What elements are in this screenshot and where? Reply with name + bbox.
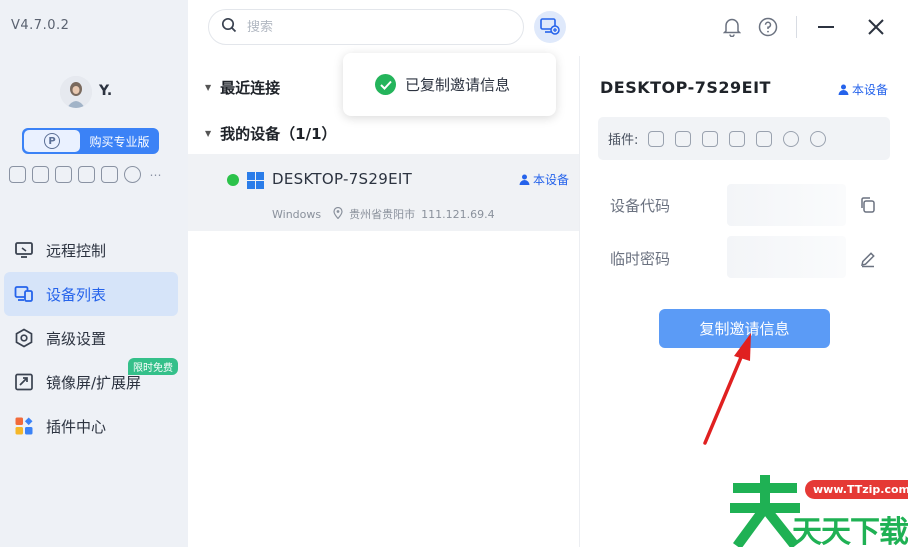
temp-password-label: 临时密码 bbox=[610, 250, 671, 268]
device-code-label: 设备代码 bbox=[610, 197, 671, 215]
limited-free-badge: 限时免费 bbox=[128, 358, 178, 375]
copy-success-toast: 已复制邀请信息 bbox=[343, 53, 556, 116]
detail-this-device-tag: 本设备 bbox=[838, 81, 888, 98]
device-os: Windows bbox=[272, 207, 322, 221]
watermark-logo-icon bbox=[730, 475, 800, 547]
watermark-url: www.TTzip.com bbox=[805, 480, 908, 499]
buy-pro-label: 购买专业版 bbox=[89, 134, 150, 149]
copy-invite-button[interactable]: 复制邀请信息 bbox=[659, 309, 830, 348]
sidebar-item-label: 设备列表 bbox=[46, 285, 107, 304]
plugin-center-icon bbox=[13, 415, 35, 437]
windows-icon bbox=[247, 172, 264, 193]
check-circle-icon bbox=[375, 74, 396, 95]
pro-badge: P bbox=[24, 130, 80, 152]
microphone-icon[interactable] bbox=[756, 130, 773, 147]
gamepad-icon[interactable] bbox=[648, 130, 665, 147]
plugins-label: 插件: bbox=[608, 133, 639, 148]
search-box[interactable] bbox=[208, 9, 524, 45]
clipboard-icon[interactable] bbox=[78, 166, 95, 183]
copy-icon[interactable] bbox=[858, 195, 878, 215]
plugin-shortcuts: ⋯ bbox=[9, 166, 164, 183]
toolbar-divider bbox=[796, 16, 797, 38]
sidebar-item-label: 高级设置 bbox=[46, 329, 107, 348]
my-devices-group[interactable]: ▼ 我的设备（1/1） bbox=[205, 123, 337, 144]
recent-connections-group[interactable]: ▼ 最近连接 bbox=[205, 77, 280, 98]
sidebar: V4.7.0.2 Y. P 购买专业版 ⋯ 远程控制 设备列表 高级设置 镜像屏… bbox=[0, 0, 188, 547]
bell-icon[interactable] bbox=[721, 16, 743, 38]
device-ip: 111.121.69.4 bbox=[421, 207, 495, 221]
my-devices-label: 我的设备（1/1） bbox=[220, 125, 337, 143]
toast-message: 已复制邀请信息 bbox=[405, 76, 511, 94]
device-location: 贵州省贵阳市 bbox=[349, 208, 416, 221]
location-icon bbox=[333, 206, 343, 222]
device-name: DESKTOP-7S29EIT bbox=[272, 170, 413, 188]
mirror-screen-icon bbox=[13, 371, 35, 393]
temp-password-value bbox=[727, 236, 846, 278]
add-device-button[interactable] bbox=[534, 11, 566, 43]
username: Y. bbox=[99, 83, 113, 99]
more-icon[interactable]: ⋯ bbox=[147, 166, 164, 183]
sidebar-item-plugin-center[interactable]: 插件中心 bbox=[4, 404, 178, 448]
sidebar-item-mirror-screen[interactable]: 镜像屏/扩展屏 限时免费 bbox=[4, 358, 178, 404]
file-transfer-icon[interactable] bbox=[675, 130, 692, 147]
gamepad-icon[interactable] bbox=[9, 166, 26, 183]
file-transfer-icon[interactable] bbox=[32, 166, 49, 183]
avatar[interactable] bbox=[60, 76, 92, 108]
detail-device-name: DESKTOP-7S29EIT bbox=[600, 78, 771, 97]
sidebar-nav: 远程控制 设备列表 高级设置 镜像屏/扩展屏 限时免费 插件中心 bbox=[4, 228, 178, 448]
this-device-tag: 本设备 bbox=[519, 171, 569, 188]
edit-icon[interactable] bbox=[858, 249, 878, 269]
recent-connections-label: 最近连接 bbox=[220, 79, 281, 97]
close-icon[interactable] bbox=[865, 16, 887, 38]
user-icon bbox=[838, 84, 849, 95]
buy-pro-button[interactable]: P 购买专业版 bbox=[22, 128, 159, 154]
globe-icon[interactable] bbox=[810, 130, 827, 147]
device-list-panel: ▼ 最近连接 ▼ 我的设备（1/1） DESKTOP-7S29EIT 本设备 W… bbox=[188, 56, 580, 547]
search-icon bbox=[221, 17, 237, 37]
sidebar-item-label: 远程控制 bbox=[46, 241, 107, 260]
plugins-bar: 插件: bbox=[598, 117, 890, 160]
monitor-icon bbox=[13, 239, 35, 261]
add-device-icon bbox=[540, 18, 560, 35]
sidebar-item-label: 插件中心 bbox=[46, 417, 107, 436]
screen-icon[interactable] bbox=[55, 166, 72, 183]
caret-down-icon: ▼ bbox=[205, 129, 212, 138]
watermark: www.TTzip.com 天天下载 bbox=[730, 470, 908, 547]
device-meta: Windows 贵州省贵阳市 111.121.69.4 bbox=[272, 206, 495, 222]
minimize-icon[interactable] bbox=[815, 16, 837, 38]
search-input[interactable] bbox=[247, 19, 487, 35]
sidebar-item-label: 镜像屏/扩展屏 bbox=[46, 373, 142, 392]
device-code-value bbox=[727, 184, 846, 226]
microphone-icon[interactable] bbox=[101, 166, 118, 183]
screen-icon[interactable] bbox=[702, 130, 719, 147]
devices-icon bbox=[13, 283, 35, 305]
top-bar bbox=[188, 0, 908, 56]
sidebar-item-device-list[interactable]: 设备列表 bbox=[4, 272, 178, 316]
camera-icon[interactable] bbox=[124, 166, 141, 183]
camera-icon[interactable] bbox=[783, 130, 800, 147]
user-icon bbox=[519, 174, 530, 185]
device-row[interactable]: DESKTOP-7S29EIT 本设备 Windows 贵州省贵阳市 111.1… bbox=[188, 154, 579, 231]
online-status-dot bbox=[227, 174, 239, 186]
sidebar-item-remote-control[interactable]: 远程控制 bbox=[4, 228, 178, 272]
sidebar-item-advanced-settings[interactable]: 高级设置 bbox=[4, 316, 178, 360]
version-label: V4.7.0.2 bbox=[11, 18, 70, 33]
clipboard-icon[interactable] bbox=[729, 130, 746, 147]
help-icon[interactable] bbox=[757, 16, 779, 38]
settings-hex-icon bbox=[13, 327, 35, 349]
caret-down-icon: ▼ bbox=[205, 83, 212, 92]
watermark-text: 天天下载 bbox=[792, 515, 908, 547]
